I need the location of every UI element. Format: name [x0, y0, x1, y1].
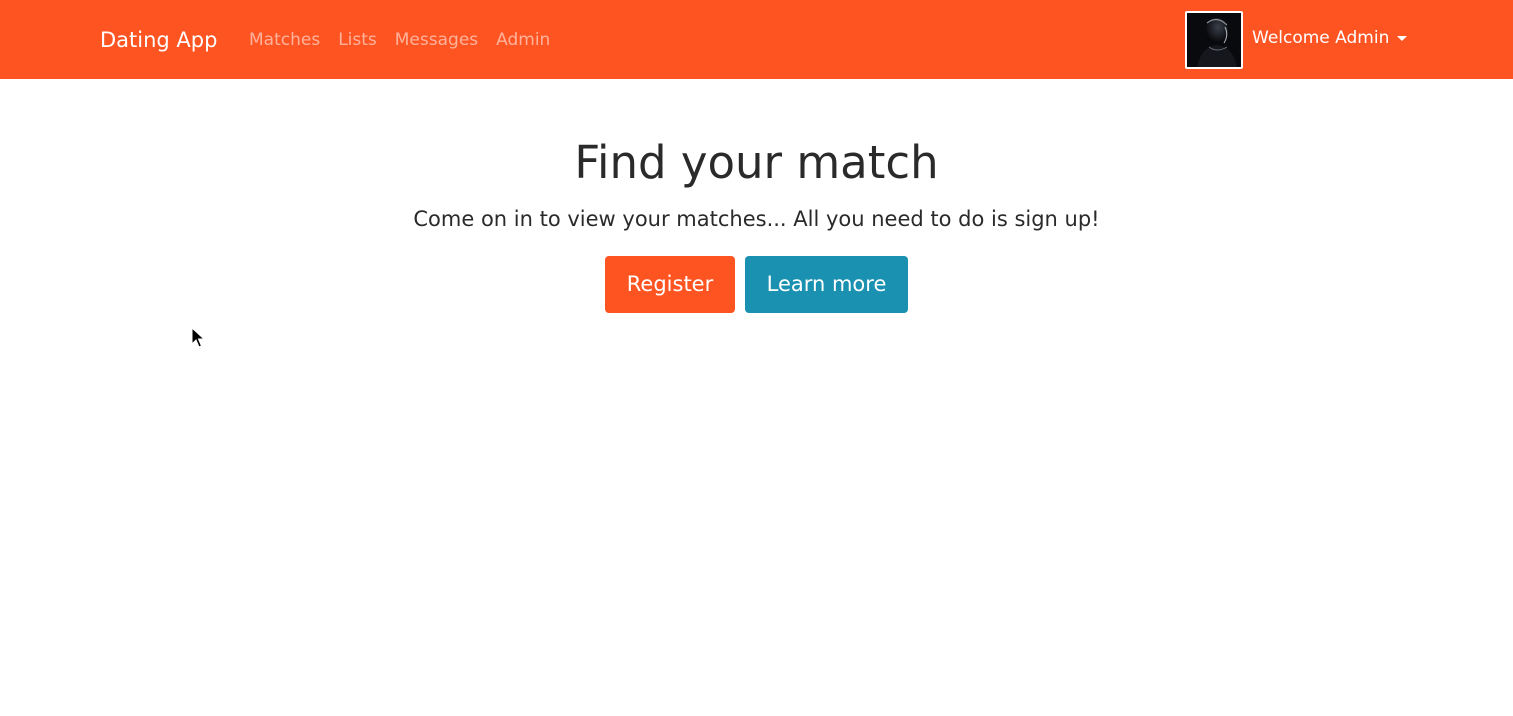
caret-down-icon — [1397, 36, 1408, 41]
user-greeting: Welcome Admin — [1252, 28, 1390, 48]
learn-more-button[interactable]: Learn more — [745, 256, 908, 313]
nav-link-admin[interactable]: Admin — [496, 29, 550, 51]
user-photo-icon — [1187, 13, 1241, 67]
nav-link-messages[interactable]: Messages — [395, 29, 478, 51]
top-navbar: Dating App Matches Lists Messages Admin … — [0, 0, 1513, 79]
nav-link-matches[interactable]: Matches — [249, 29, 320, 51]
mouse-pointer-icon — [191, 327, 205, 348]
page-title: Find your match — [574, 136, 939, 189]
hero-lead: Come on in to view your matches... All y… — [413, 207, 1100, 231]
nav-link-lists[interactable]: Lists — [338, 29, 377, 51]
user-avatar[interactable] — [1185, 11, 1243, 69]
brand-link[interactable]: Dating App — [100, 26, 217, 54]
user-dropdown-toggle[interactable]: Welcome Admin — [1252, 27, 1408, 49]
nav-links: Matches Lists Messages Admin — [249, 29, 550, 51]
register-button[interactable]: Register — [605, 256, 735, 313]
